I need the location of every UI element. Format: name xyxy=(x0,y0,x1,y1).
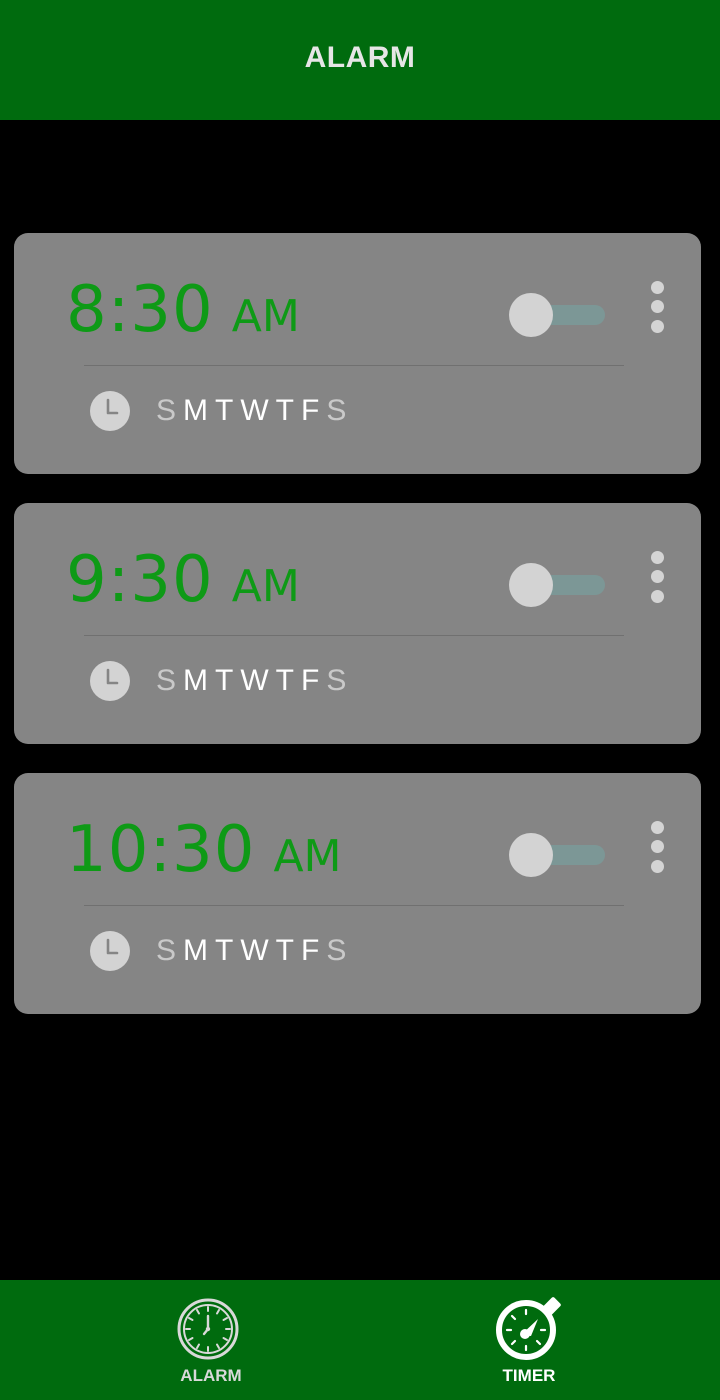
day-tuesday[interactable]: T xyxy=(215,934,233,968)
repeat-days-row: S M T W T F S xyxy=(90,931,353,971)
alarm-screen: ALARM 8:30 AM S M T W T F S 9:30 AM S M … xyxy=(0,0,720,1400)
alarm-time-value: 10:30 xyxy=(66,813,256,887)
day-tuesday[interactable]: T xyxy=(215,394,233,428)
alarm-ampm: AM xyxy=(273,831,342,882)
nav-item-timer[interactable]: TIMER xyxy=(429,1280,629,1400)
more-dot-icon xyxy=(651,320,664,333)
card-divider xyxy=(84,365,624,366)
day-saturday[interactable]: S xyxy=(326,394,346,428)
stopwatch-icon xyxy=(496,1297,561,1360)
day-friday[interactable]: F xyxy=(301,934,319,968)
nav-item-label: TIMER xyxy=(502,1366,556,1385)
more-options-button[interactable] xyxy=(644,279,672,335)
page-title: ALARM xyxy=(304,41,416,74)
alarm-card[interactable]: 8:30 AM S M T W T F S xyxy=(14,233,701,474)
clock-icon xyxy=(90,931,130,971)
alarm-ampm: AM xyxy=(231,291,300,342)
day-saturday[interactable]: S xyxy=(326,934,346,968)
day-sunday[interactable]: S xyxy=(156,664,176,698)
alarm-ampm: AM xyxy=(231,561,300,612)
more-dot-icon xyxy=(651,840,664,853)
card-divider xyxy=(84,905,624,906)
more-options-button[interactable] xyxy=(644,819,672,875)
more-dot-icon xyxy=(651,860,664,873)
repeat-days: S M T W T F S xyxy=(156,934,353,968)
alarm-time[interactable]: 9:30 AM xyxy=(66,543,300,617)
nav-item-alarm[interactable]: ALARM xyxy=(111,1280,311,1400)
alarm-toggle[interactable] xyxy=(509,292,605,338)
more-dot-icon xyxy=(651,821,664,834)
more-dot-icon xyxy=(651,570,664,583)
repeat-days: S M T W T F S xyxy=(156,394,353,428)
day-thursday[interactable]: T xyxy=(276,934,294,968)
alarm-card[interactable]: 9:30 AM S M T W T F S xyxy=(14,503,701,744)
more-options-button[interactable] xyxy=(644,549,672,605)
day-monday[interactable]: M xyxy=(183,394,208,428)
alarm-time-value: 8:30 xyxy=(66,273,214,347)
repeat-days: S M T W T F S xyxy=(156,664,353,698)
repeat-days-row: S M T W T F S xyxy=(90,391,353,431)
more-dot-icon xyxy=(651,590,664,603)
toggle-knob xyxy=(509,293,553,337)
alarm-card[interactable]: 10:30 AM S M T W T F S xyxy=(14,773,701,1014)
more-dot-icon xyxy=(651,300,664,313)
clock-icon xyxy=(90,661,130,701)
day-wednesday[interactable]: W xyxy=(240,394,268,428)
day-sunday[interactable]: S xyxy=(156,934,176,968)
toggle-knob xyxy=(509,833,553,877)
day-friday[interactable]: F xyxy=(301,664,319,698)
alarm-time[interactable]: 10:30 AM xyxy=(66,813,342,887)
more-dot-icon xyxy=(651,281,664,294)
day-wednesday[interactable]: W xyxy=(240,934,268,968)
day-monday[interactable]: M xyxy=(183,934,208,968)
day-thursday[interactable]: T xyxy=(276,394,294,428)
day-tuesday[interactable]: T xyxy=(215,664,233,698)
card-divider xyxy=(84,635,624,636)
clock-icon xyxy=(90,391,130,431)
nav-item-label: ALARM xyxy=(180,1366,242,1385)
repeat-days-row: S M T W T F S xyxy=(90,661,353,701)
alarm-time[interactable]: 8:30 AM xyxy=(66,273,300,347)
bottom-navigation: ALARM TIMER xyxy=(0,1280,720,1400)
day-thursday[interactable]: T xyxy=(276,664,294,698)
clock-icon xyxy=(177,1298,239,1360)
day-monday[interactable]: M xyxy=(183,664,208,698)
alarm-toggle[interactable] xyxy=(509,562,605,608)
day-friday[interactable]: F xyxy=(301,394,319,428)
more-dot-icon xyxy=(651,551,664,564)
alarm-time-value: 9:30 xyxy=(66,543,214,617)
alarm-toggle[interactable] xyxy=(509,832,605,878)
toggle-knob xyxy=(509,563,553,607)
app-bar: ALARM xyxy=(0,0,720,120)
day-wednesday[interactable]: W xyxy=(240,664,268,698)
day-sunday[interactable]: S xyxy=(156,394,176,428)
day-saturday[interactable]: S xyxy=(326,664,346,698)
